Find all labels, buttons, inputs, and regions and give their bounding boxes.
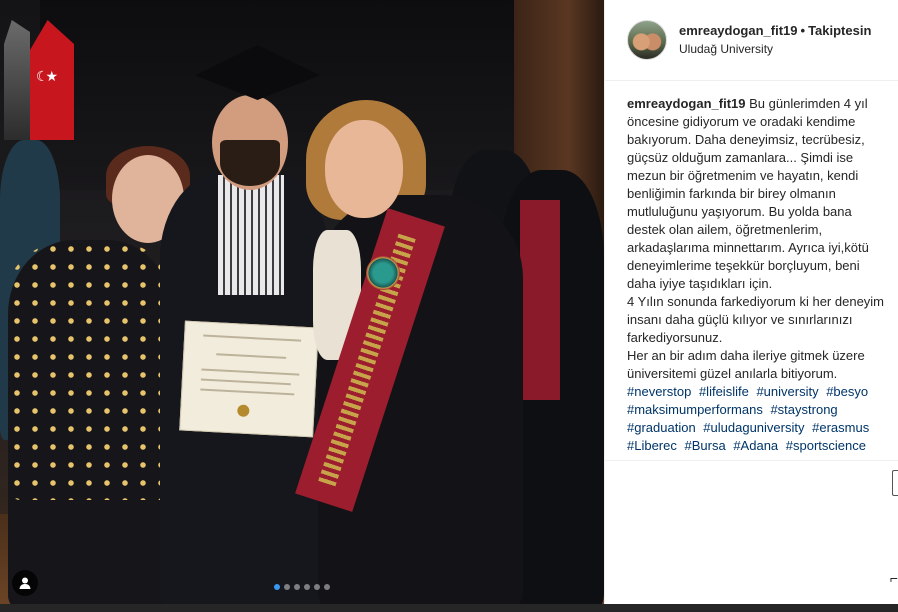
hashtag-link[interactable]: #university xyxy=(756,384,818,399)
carousel-dot[interactable] xyxy=(324,584,330,590)
hashtag-list: #neverstop #lifeislife #university #besy… xyxy=(627,383,884,455)
carousel-dot[interactable] xyxy=(304,584,310,590)
username-link[interactable]: emreaydogan_fit19 xyxy=(679,23,798,38)
user-tag-icon xyxy=(19,577,31,589)
instagram-post-window: emreaydogan_fit19•Takiptesin Uludağ Univ… xyxy=(0,0,898,612)
hashtag-link[interactable]: #neverstop xyxy=(627,384,691,399)
caption-author-link[interactable]: emreaydogan_fit19 xyxy=(627,96,746,111)
user-tag-button[interactable] xyxy=(12,570,38,596)
hashtag-link[interactable]: #besyo xyxy=(826,384,868,399)
photo-graduate-shirt xyxy=(218,175,284,295)
hashtag-link[interactable]: #sportscience xyxy=(786,438,866,453)
user-line: emreaydogan_fit19 • Takiptesin xyxy=(679,23,871,39)
photo-diploma xyxy=(179,320,319,438)
photo-woman-right-face xyxy=(325,120,403,218)
caption-text: Bu günlerimden 4 yıl öncesine gidiyorum … xyxy=(627,96,885,381)
hashtag-link[interactable]: #Adana xyxy=(733,438,778,453)
header-separator: • xyxy=(800,22,806,38)
carousel-dot[interactable] xyxy=(284,584,290,590)
photo-graduate-beard xyxy=(220,140,280,186)
hashtag-link[interactable]: #erasmus xyxy=(812,420,869,435)
hashtag-link[interactable]: #Bursa xyxy=(685,438,726,453)
photo-diploma-seal xyxy=(237,404,250,418)
more-glyph-icon[interactable]: ⌐ xyxy=(890,570,898,586)
photo-woman-left-blouse xyxy=(8,240,173,500)
post-caption: emreaydogan_fit19 Bu günlerimden 4 yıl ö… xyxy=(605,81,898,461)
bottom-strip xyxy=(0,604,898,612)
scroll-handle-icon[interactable] xyxy=(892,470,898,496)
location-link[interactable]: Uludağ University xyxy=(679,42,871,57)
avatar[interactable] xyxy=(627,20,667,60)
post-header: emreaydogan_fit19 • Takiptesin Uludağ Univ… xyxy=(605,0,898,81)
post-side-panel: emreaydogan_fit19 • Takiptesin Uludağ Univ… xyxy=(604,0,898,604)
hashtag-link[interactable]: #Liberec xyxy=(627,438,677,453)
hashtag-link[interactable]: #graduation xyxy=(627,420,696,435)
carousel-indicator xyxy=(0,584,604,590)
post-photo[interactable] xyxy=(0,0,604,604)
photo-bg-sash xyxy=(520,200,560,400)
photo-flag-gray xyxy=(4,20,30,140)
hashtag-link[interactable]: #maksimumperformans xyxy=(627,402,763,417)
carousel-dot[interactable] xyxy=(294,584,300,590)
hashtag-link[interactable]: #staystrong xyxy=(770,402,837,417)
hashtag-link[interactable]: #uludaguniversity xyxy=(703,420,804,435)
carousel-dot[interactable] xyxy=(314,584,320,590)
follow-status-button[interactable]: Takiptesin xyxy=(808,23,871,38)
photo-sash-emblem xyxy=(366,256,400,290)
carousel-dot[interactable] xyxy=(274,584,280,590)
caption-paragraph: emreaydogan_fit19 Bu günlerimden 4 yıl ö… xyxy=(627,95,884,383)
hashtag-link[interactable]: #lifeislife xyxy=(699,384,749,399)
post-header-text: emreaydogan_fit19 • Takiptesin Uludağ Univ… xyxy=(679,23,871,57)
